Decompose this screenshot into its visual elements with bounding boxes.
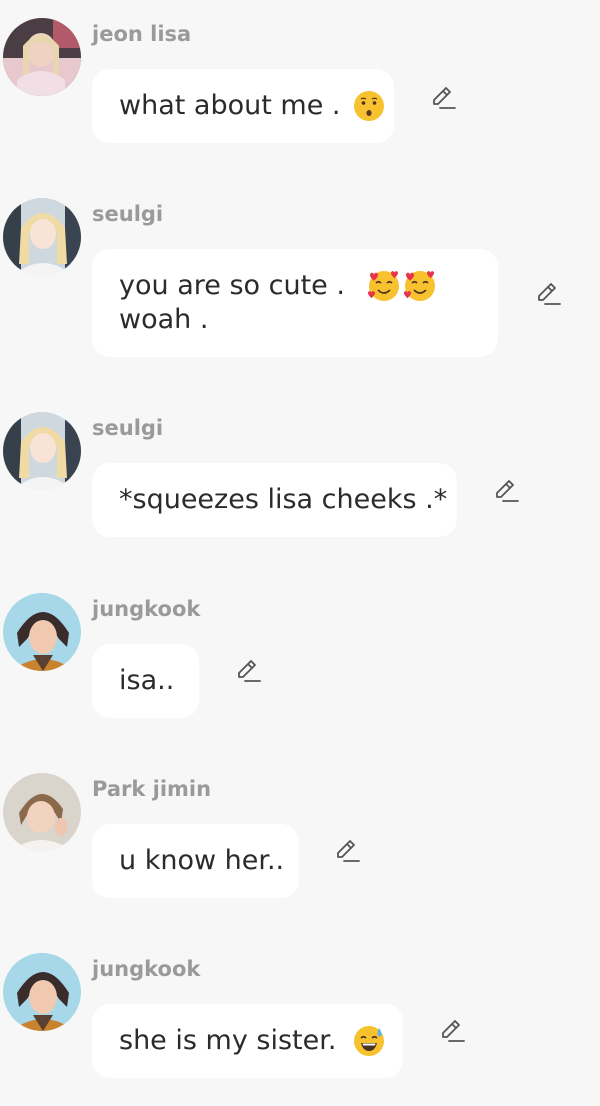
pencil-edit-icon[interactable] [534,280,562,308]
message-bubble[interactable]: you are so cute . woah . [92,249,498,357]
emoji-group [352,89,386,123]
message-line: she is my sister. [119,1024,385,1058]
smiling-face-with-hearts-emoji [367,271,399,301]
message-line: isa.. [119,664,175,698]
sender-name: jungkook [92,597,201,621]
emoji-group [367,269,437,303]
message-line: woah . [119,303,471,337]
grinning-face-with-sweat-emoji [354,1026,385,1056]
message-text: you are so cute . [119,270,345,301]
avatar-image [3,953,81,1031]
avatar[interactable] [3,18,81,96]
smiling-face-with-hearts-emoji [403,271,435,301]
pencil-edit-icon[interactable] [429,84,457,112]
pencil-edit-icon[interactable] [333,837,361,865]
avatar-image [3,198,81,276]
message-bubble[interactable]: she is my sister. [92,1004,403,1078]
message-line: you are so cute . [119,269,471,303]
avatar-image [3,773,81,851]
message-text: what about me . [119,90,341,121]
avatar[interactable] [3,953,81,1031]
avatar-image [3,18,81,96]
sender-name: seulgi [92,202,164,226]
message-line: what about me . [119,89,385,123]
pencil-edit-icon[interactable] [438,1017,466,1045]
message-bubble[interactable]: isa.. [92,644,199,718]
message-line: u know her.. [119,844,284,878]
message-text: she is my sister. [119,1025,337,1056]
avatar[interactable] [3,593,81,671]
avatar[interactable] [3,412,81,490]
message-text: u know her.. [119,845,285,876]
message-text: woah . [119,304,209,335]
sender-name: Park jimin [92,777,212,801]
message-item: seulgi *squeezes lisa cheeks .* [0,412,600,542]
avatar[interactable] [3,198,81,276]
sender-name: jeon lisa [92,22,192,46]
kissing-face-emoji [354,91,385,121]
message-line: *squeezes lisa cheeks .* [119,483,447,517]
emoji-group [352,1024,386,1058]
avatar-image [3,412,81,490]
avatar[interactable] [3,773,81,851]
message-text: isa.. [119,665,175,696]
sender-name: jungkook [92,957,201,981]
message-item: seulgi you are so cute . woah . [0,198,600,363]
message-item: jeon lisa what about me . [0,18,600,148]
pencil-edit-icon[interactable] [492,477,520,505]
pencil-edit-icon[interactable] [234,657,262,685]
message-bubble[interactable]: what about me . [92,69,394,143]
message-item: Park jimin u know her.. [0,773,600,903]
message-item: jungkook she is my sister. [0,953,600,1083]
sender-name: seulgi [92,416,164,440]
message-item: jungkook isa.. [0,593,600,723]
message-text: *squeezes lisa cheeks .* [119,484,448,515]
message-bubble[interactable]: u know her.. [92,824,299,898]
message-bubble[interactable]: *squeezes lisa cheeks .* [92,463,457,537]
avatar-image [3,593,81,671]
